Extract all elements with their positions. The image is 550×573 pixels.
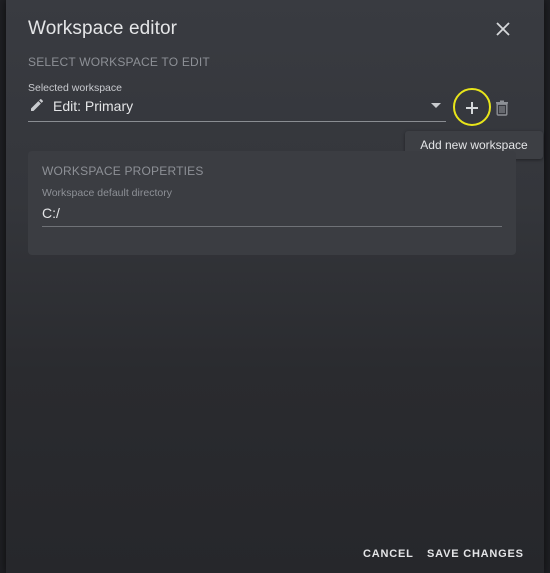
workspace-select-value: Edit: Primary bbox=[53, 98, 134, 114]
trash-icon bbox=[496, 100, 508, 116]
selected-workspace-label: Selected workspace bbox=[28, 82, 122, 94]
close-icon bbox=[496, 22, 510, 36]
cancel-button[interactable]: CANCEL bbox=[363, 548, 414, 560]
save-changes-button[interactable]: SAVE CHANGES bbox=[427, 548, 524, 560]
directory-field[interactable]: C:/ bbox=[42, 203, 502, 227]
workspace-editor-dialog: Workspace editor SELECT WORKSPACE TO EDI… bbox=[6, 0, 544, 573]
delete-workspace-button[interactable] bbox=[495, 100, 509, 116]
caret-down-icon bbox=[431, 103, 441, 108]
tooltip-text: Add new workspace bbox=[420, 138, 528, 152]
add-workspace-button[interactable] bbox=[453, 88, 491, 126]
workspace-select[interactable]: Edit: Primary bbox=[28, 95, 446, 122]
properties-section-title: WORKSPACE PROPERTIES bbox=[42, 164, 204, 178]
directory-label: Workspace default directory bbox=[42, 187, 172, 199]
workspace-properties-panel: WORKSPACE PROPERTIES Workspace default d… bbox=[28, 151, 516, 255]
dialog-title: Workspace editor bbox=[28, 18, 178, 39]
select-section-label: SELECT WORKSPACE TO EDIT bbox=[28, 55, 210, 69]
close-button[interactable] bbox=[490, 16, 516, 42]
pencil-icon bbox=[31, 98, 44, 111]
directory-value: C:/ bbox=[42, 205, 60, 221]
